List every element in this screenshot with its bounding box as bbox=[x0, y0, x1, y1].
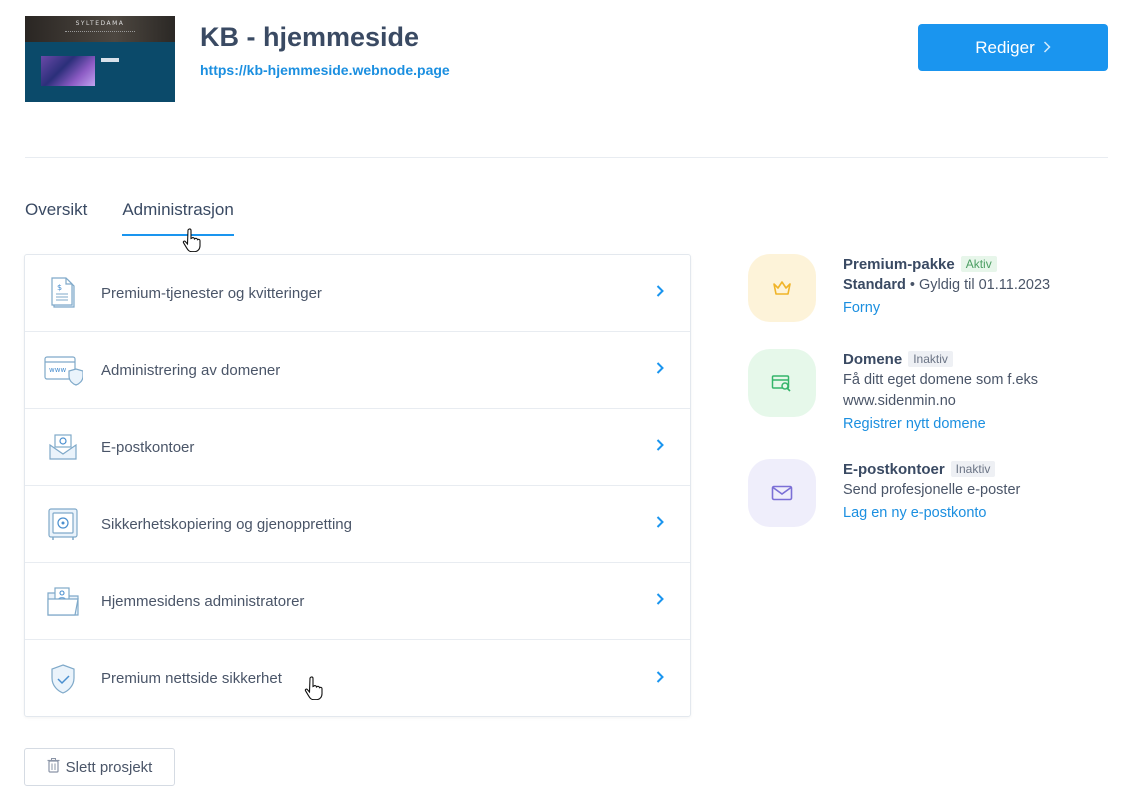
plan-name: Standard bbox=[843, 277, 906, 293]
site-url-link[interactable]: https://kb-hjemmeside.webnode.page bbox=[200, 62, 450, 78]
menu-item-label: Premium-tjenester og kvitteringer bbox=[101, 284, 322, 302]
edit-button-label: Rediger bbox=[975, 37, 1035, 57]
status-badge: Inaktiv bbox=[908, 351, 953, 367]
thumbnail-brand: SYLTEDAMA bbox=[75, 20, 125, 27]
thumbnail-photo bbox=[41, 56, 95, 86]
chevron-right-icon bbox=[656, 670, 664, 688]
menu-item-label: Administrering av domener bbox=[101, 361, 281, 379]
delete-project-button[interactable]: Slett prosjekt bbox=[24, 748, 175, 786]
thumbnail-header: SYLTEDAMA bbox=[25, 16, 175, 42]
service-description: Standard • Gyldig til 01.11.2023 bbox=[843, 275, 1113, 296]
status-badge: Inaktiv bbox=[950, 461, 996, 477]
thumbnail-button bbox=[101, 58, 119, 62]
menu-item-premium-security[interactable]: Premium nettside sikkerhet bbox=[25, 640, 690, 717]
receipt-icon: $ bbox=[25, 276, 101, 310]
menu-item-label: Premium nettside sikkerhet bbox=[101, 670, 282, 687]
tab-oversikt[interactable]: Oversikt bbox=[25, 200, 87, 236]
menu-item-label: E-postkontoer bbox=[101, 438, 195, 456]
chevron-right-icon bbox=[1043, 40, 1051, 56]
svg-text:www: www bbox=[49, 366, 66, 374]
chevron-right-icon bbox=[656, 438, 664, 456]
email-envelope-icon bbox=[25, 433, 101, 461]
status-badge: Aktiv bbox=[960, 256, 997, 272]
shield-check-icon bbox=[25, 663, 101, 695]
service-name: Premium-pakke bbox=[843, 255, 955, 273]
plan-validity: • Gyldig til 01.11.2023 bbox=[905, 277, 1051, 293]
domain-search-icon bbox=[748, 349, 816, 417]
renew-link[interactable]: Forny bbox=[843, 300, 1113, 316]
trash-icon bbox=[47, 757, 60, 777]
service-description: Send profesjonelle e-poster bbox=[843, 482, 1021, 498]
chevron-right-icon bbox=[656, 284, 664, 302]
chevron-right-icon bbox=[656, 592, 664, 610]
svg-text:$: $ bbox=[57, 283, 62, 292]
tab-administrasjon[interactable]: Administrasjon bbox=[122, 200, 234, 236]
menu-item-administrators[interactable]: Hjemmesidens administratorer bbox=[25, 563, 690, 640]
edit-button[interactable]: Rediger bbox=[918, 24, 1108, 71]
tab-bar: Oversikt Administrasjon bbox=[25, 200, 234, 236]
service-name: E-postkontoer bbox=[843, 460, 945, 478]
register-domain-link[interactable]: Registrer nytt domene bbox=[843, 416, 1113, 432]
site-title: KB - hjemmeside bbox=[200, 22, 420, 52]
service-description: Få ditt eget domene som f.eks www.sidenm… bbox=[843, 372, 1039, 409]
chevron-right-icon bbox=[656, 361, 664, 379]
delete-project-label: Slett prosjekt bbox=[65, 758, 153, 776]
service-name: Domene bbox=[843, 350, 903, 368]
menu-item-label: Sikkerhetskopiering og gjenoppretting bbox=[101, 515, 352, 533]
menu-item-domains[interactable]: www Administrering av domener bbox=[25, 332, 690, 409]
menu-item-email-accounts[interactable]: E-postkontoer bbox=[25, 409, 690, 486]
domain-shield-icon: www bbox=[25, 353, 101, 387]
admin-folder-icon bbox=[25, 585, 101, 617]
site-thumbnail[interactable]: SYLTEDAMA bbox=[25, 16, 175, 102]
administration-menu: $ Premium-tjenester og kvitteringer www … bbox=[24, 254, 691, 717]
crown-icon bbox=[748, 254, 816, 322]
create-email-link[interactable]: Lag en ny e-postkonto bbox=[843, 505, 1113, 521]
chevron-right-icon bbox=[656, 515, 664, 533]
menu-item-backup[interactable]: Sikkerhetskopiering og gjenoppretting bbox=[25, 486, 690, 563]
menu-item-premium-services[interactable]: $ Premium-tjenester og kvitteringer bbox=[25, 255, 690, 332]
menu-item-label: Hjemmesidens administratorer bbox=[101, 592, 305, 610]
backup-safe-icon bbox=[25, 507, 101, 541]
envelope-icon bbox=[748, 459, 816, 527]
header-divider bbox=[25, 157, 1108, 158]
